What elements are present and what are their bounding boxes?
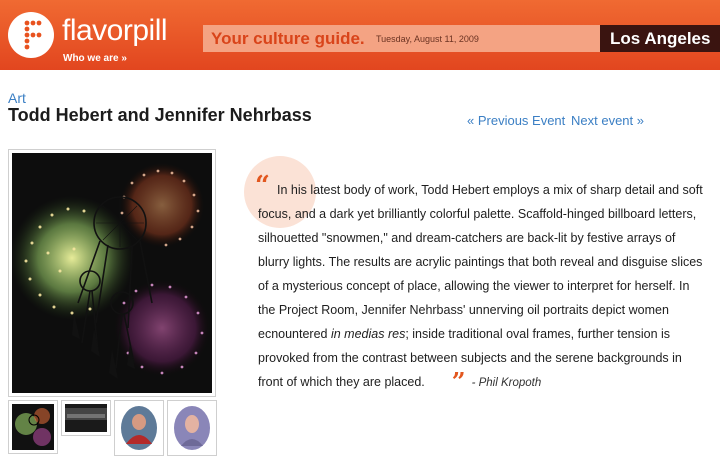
thumbnail-3-image [118,404,160,452]
thumbnail-1-image [12,404,54,450]
who-we-are-link[interactable]: Who we are » [63,53,127,64]
logo-wordmark[interactable]: flavorpill [62,16,168,46]
current-date: Tuesday, August 11, 2009 [376,34,479,44]
night-landscape-thumb-icon [65,404,107,432]
thumbnail-4[interactable] [167,400,217,456]
previous-event-link[interactable]: « Previous Event [467,113,565,128]
site-header: flavorpill Who we are » Your culture gui… [0,0,720,70]
flavorpill-logo-icon[interactable] [8,12,54,58]
thumbnail-1[interactable] [8,400,58,454]
description-italic-text: in medias res [330,327,406,341]
tagline-bar: Your culture guide. Tuesday, August 11, … [203,25,600,52]
review-author: - Phil Kropoth [471,377,542,389]
city-label: Los Angeles [610,29,711,48]
thumbnail-4-image [171,404,213,452]
thumbnail-2[interactable] [61,400,111,436]
main-artwork-frame[interactable] [8,149,216,397]
description-text-part1: In his latest body of work, Todd Hebert … [258,183,703,341]
category-link[interactable]: Art [8,90,26,106]
event-description: In his latest body of work, Todd Hebert … [258,178,710,395]
next-event-link[interactable]: Next event » [571,113,644,128]
logo-f-dots-icon [24,20,42,50]
city-selector[interactable]: Los Angeles [600,25,720,52]
dreamcatcher-painting-icon [12,153,212,393]
main-artwork-image [12,153,212,393]
close-quote-icon: ” [451,367,466,396]
thumbnail-3[interactable] [114,400,164,456]
tagline: Your culture guide. [211,29,365,48]
thumbnail-2-image [65,404,107,432]
dreamcatcher-thumb-icon [12,404,54,450]
page-title: Todd Hebert and Jennifer Nehrbass [8,105,312,125]
oval-portrait-red-thumb-icon [121,406,157,450]
oval-portrait-purple-thumb-icon [174,406,210,450]
